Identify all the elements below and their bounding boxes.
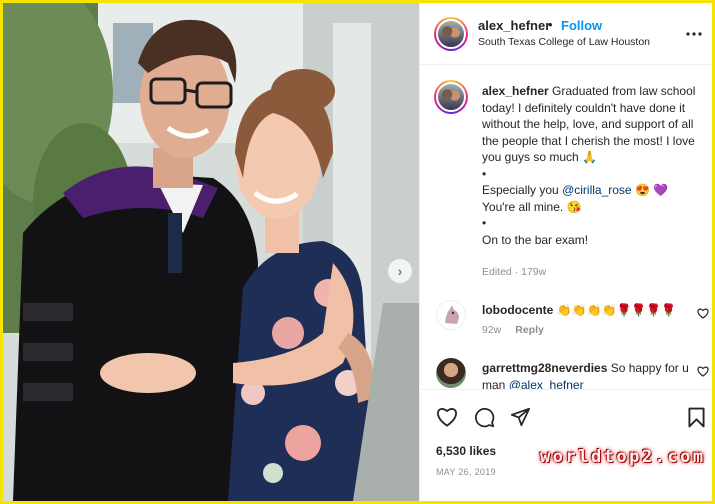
carousel-next-button[interactable]: › [388, 259, 412, 283]
comment-text: lobodocente 👏👏👏👏🌹🌹🌹🌹 [482, 302, 692, 319]
comment-bubble-icon[interactable] [474, 407, 495, 428]
caption-especially-text: Especially you [482, 183, 559, 197]
caption-especially: Especially you @cirilla_rose 😍 💜 [482, 182, 700, 199]
commenter-avatar[interactable] [436, 300, 466, 330]
comments-scroll-area[interactable]: alex_hefner Graduated from law school to… [420, 66, 712, 389]
caption-author-avatar[interactable] [434, 80, 468, 114]
commenter-avatar[interactable] [436, 358, 466, 388]
comment-item: lobodocente 👏👏👏👏🌹🌹🌹🌹 92w Reply [420, 300, 712, 360]
wolf-avatar-icon [438, 302, 465, 329]
follow-button[interactable]: Follow [561, 18, 602, 33]
like-heart-icon[interactable] [436, 407, 458, 427]
watermark: worldtop2.com [540, 447, 706, 467]
comment-mention[interactable]: @alex_hefner [509, 378, 584, 390]
heart-icon[interactable] [697, 308, 709, 319]
comment-text: garrettmg28neverdies So happy for u man … [482, 360, 692, 389]
share-paper-plane-icon[interactable] [510, 407, 531, 427]
post-photo[interactable]: › [3, 3, 419, 501]
post-header: alex_hefner • Follow South Texas College… [420, 3, 712, 65]
bookmark-icon[interactable] [688, 407, 705, 428]
post-location[interactable]: South Texas College of Law Houston [478, 36, 650, 48]
header-separator: • [548, 17, 553, 32]
caption-first-line: alex_hefner Graduated from law school to… [482, 83, 700, 166]
caption-bullet: • [482, 216, 487, 230]
author-avatar[interactable] [434, 17, 468, 51]
caption-line-bar: On to the bar exam! [482, 232, 589, 247]
comment-item: garrettmg28neverdies So happy for u man … [420, 358, 712, 389]
post-side-panel: alex_hefner • Follow South Texas College… [419, 3, 712, 501]
comment-username[interactable]: lobodocente [482, 303, 553, 317]
comment-meta: 92w Reply [482, 324, 544, 336]
caption-username[interactable]: alex_hefner [482, 84, 549, 98]
caption-meta: Edited · 179w [482, 266, 547, 278]
post-date: MAY 26, 2019 [436, 467, 496, 477]
caption-bullet: • [482, 166, 487, 181]
more-options-button[interactable] [686, 23, 702, 41]
post-caption: alex_hefner Graduated from law school to… [482, 83, 700, 248]
post-actions: 6,530 likes MAY 26, 2019 worldtop2.com [420, 389, 712, 501]
comment-body: 👏👏👏👏🌹🌹🌹🌹 [556, 303, 677, 317]
comment-username[interactable]: garrettmg28neverdies [482, 361, 607, 375]
likes-count[interactable]: 6,530 likes [436, 444, 496, 458]
avatar-image [436, 19, 466, 49]
caption-line-mine: You're all mine. 😘 [482, 199, 582, 214]
author-username[interactable]: alex_hefner [478, 18, 550, 33]
caption-mention[interactable]: @cirilla_rose [562, 183, 632, 197]
reply-button[interactable]: Reply [515, 324, 544, 336]
avatar-image [436, 82, 466, 112]
caption-emoji: 😍 💜 [634, 183, 669, 197]
photo-illustration [3, 3, 419, 501]
comment-age: 92w [482, 324, 502, 336]
more-horizontal-icon [686, 32, 702, 36]
heart-icon[interactable] [697, 366, 709, 377]
screenshot-frame: › alex_hefner • Follow South Texas Colle… [0, 0, 715, 504]
chevron-right-icon: › [397, 263, 403, 279]
